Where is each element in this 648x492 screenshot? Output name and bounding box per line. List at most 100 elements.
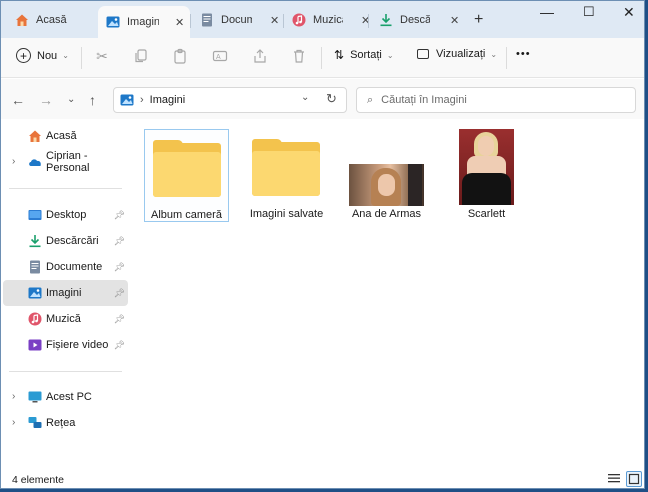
view-button[interactable]: Vizualizați ⌄	[417, 48, 497, 60]
documents-icon	[28, 260, 42, 274]
sidebar-item-imagini[interactable]: Imagini 📌︎	[3, 280, 128, 306]
sidebar-item-label: Imagini	[46, 287, 82, 299]
close-tab-icon[interactable]: ✕	[270, 14, 279, 27]
toolbar-divider	[81, 47, 82, 69]
rename-icon[interactable]: A	[212, 48, 228, 64]
svg-text:A: A	[216, 54, 221, 61]
sidebar-item-label: Descărcări	[46, 235, 99, 247]
new-button-label: Nou	[37, 49, 58, 62]
folder-front	[252, 151, 320, 196]
sidebar-divider	[9, 371, 122, 372]
recent-locations-chevron-icon[interactable]: ⌄	[67, 94, 75, 105]
share-icon[interactable]	[252, 48, 268, 64]
address-bar[interactable]: › Imagini ⌄ ↻	[113, 87, 347, 113]
chevron-down-icon: ⌄	[490, 49, 498, 59]
address-dropdown-chevron-icon[interactable]: ⌄	[301, 92, 309, 103]
tab-label: Acasă	[36, 14, 67, 26]
folder-front	[153, 152, 221, 197]
image-thumbnail	[349, 164, 424, 206]
tab-bar: Acasă Imagini ✕ Documente ✕ Muzică ✕	[1, 1, 644, 38]
sidebar-divider	[9, 188, 122, 189]
delete-icon[interactable]	[291, 48, 307, 64]
pin-icon[interactable]: 📌︎	[114, 314, 125, 325]
tab-descarcari[interactable]: Descărcări ✕	[371, 8, 459, 32]
tab-documente[interactable]: Documente ✕	[192, 8, 279, 32]
tab-imagini[interactable]: Imagini ✕	[98, 6, 190, 38]
sidebar-item-label: Documente	[46, 261, 103, 273]
refresh-icon[interactable]: ↻	[326, 91, 337, 107]
sidebar-item-fisiere-video[interactable]: Fișiere video 📌︎	[3, 332, 128, 358]
item-name: Album cameră	[151, 209, 222, 221]
sidebar-item-acasa[interactable]: Acasă	[3, 123, 128, 149]
sidebar-item-documente[interactable]: Documente 📌︎	[3, 254, 128, 280]
close-window-button[interactable]: ✕	[623, 4, 635, 21]
chevron-right-icon[interactable]: ›	[12, 391, 15, 402]
sidebar-item-label: Rețea	[46, 417, 76, 429]
image-item[interactable]: Scarlett	[444, 129, 529, 222]
sidebar-item-acest-pc[interactable]: › Acest PC	[3, 384, 128, 410]
copy-icon[interactable]	[133, 48, 149, 64]
forward-arrow-icon[interactable]: →	[39, 92, 53, 108]
thumbnail-detail	[462, 173, 511, 205]
plus-circle-icon: +	[16, 48, 31, 63]
pin-icon[interactable]: 📌︎	[114, 340, 125, 351]
sidebar-item-desktop[interactable]: Desktop 📌︎	[3, 202, 128, 228]
new-tab-button[interactable]: +	[474, 11, 483, 29]
pin-icon[interactable]: 📌︎	[114, 236, 125, 247]
documents-icon	[200, 13, 214, 27]
sidebar-item-label: Acasă	[46, 130, 77, 142]
breadcrumb-folder[interactable]: Imagini	[150, 94, 185, 106]
toolbar-divider	[321, 47, 322, 69]
up-arrow-icon[interactable]: ↑	[89, 92, 96, 108]
sidebar-item-onedrive[interactable]: › Ciprian - Personal	[3, 149, 128, 175]
chevron-down-icon: ⌄	[386, 50, 394, 60]
sort-icon: ⇅	[334, 48, 345, 62]
pin-icon[interactable]: 📌︎	[114, 262, 125, 273]
back-arrow-icon[interactable]: ←	[11, 92, 25, 108]
new-button[interactable]: + Nou ⌄	[16, 48, 69, 63]
search-box[interactable]: ⌕ Căutați în Imagini	[356, 87, 636, 113]
sidebar-item-label: Acest PC	[46, 391, 92, 403]
pin-icon[interactable]: 📌︎	[114, 288, 125, 299]
command-bar: + Nou ⌄ ✂ A ⇅ Sortați ⌄ Vizualizați ⌄ ••…	[1, 38, 644, 78]
tab-muzica[interactable]: Muzică ✕	[284, 8, 370, 32]
folder-item[interactable]: Imagini salvate	[244, 129, 329, 222]
cut-icon[interactable]: ✂	[94, 48, 110, 64]
close-tab-icon[interactable]: ✕	[175, 16, 184, 29]
chevron-right-icon[interactable]: ›	[12, 417, 15, 428]
image-item[interactable]: Ana de Armas	[344, 129, 429, 222]
music-icon	[28, 312, 42, 326]
videos-icon	[28, 338, 42, 352]
minimize-button[interactable]: —	[540, 4, 554, 20]
sort-button[interactable]: ⇅ Sortați ⌄	[334, 48, 394, 62]
details-view-icon[interactable]	[606, 471, 622, 487]
large-icons-view-icon[interactable]	[626, 471, 642, 487]
close-tab-icon[interactable]: ✕	[450, 14, 459, 27]
view-button-label: Vizualizați	[436, 48, 486, 60]
sidebar-item-descarcari[interactable]: Descărcări 📌︎	[3, 228, 128, 254]
navigation-pane: Acasă › Ciprian - Personal Desktop 📌︎ De…	[1, 119, 131, 465]
music-icon	[292, 13, 306, 27]
address-row: ← → ⌄ ↑ › Imagini ⌄ ↻ ⌕ Căutați în Imagi…	[1, 79, 644, 119]
sidebar-item-label: Fișiere video	[46, 339, 109, 351]
folder-tab	[252, 139, 282, 149]
more-options-button[interactable]: •••	[516, 48, 531, 60]
tab-label: Documente	[221, 14, 252, 26]
toolbar-divider	[506, 47, 507, 69]
pin-icon[interactable]: 📌︎	[114, 210, 125, 221]
desktop-icon	[28, 208, 42, 222]
chevron-right-icon[interactable]: ›	[12, 156, 15, 167]
search-placeholder: Căutați în Imagini	[381, 94, 467, 106]
paste-icon[interactable]	[172, 48, 188, 64]
maximize-button[interactable]: ☐	[583, 4, 595, 20]
sidebar-item-retea[interactable]: › Rețea	[3, 410, 128, 436]
folder-item[interactable]: Album cameră	[144, 129, 229, 222]
tab-acasa[interactable]: Acasă	[7, 8, 82, 32]
sidebar-item-muzica[interactable]: Muzică 📌︎	[3, 306, 128, 332]
folder-icon	[153, 140, 221, 197]
file-explorer-window: Acasă Imagini ✕ Documente ✕ Muzică ✕	[0, 0, 645, 489]
sidebar-item-label: Muzică	[46, 313, 81, 325]
view-icon	[417, 49, 429, 59]
thumbnail-detail	[478, 136, 494, 156]
downloads-icon	[28, 234, 42, 248]
